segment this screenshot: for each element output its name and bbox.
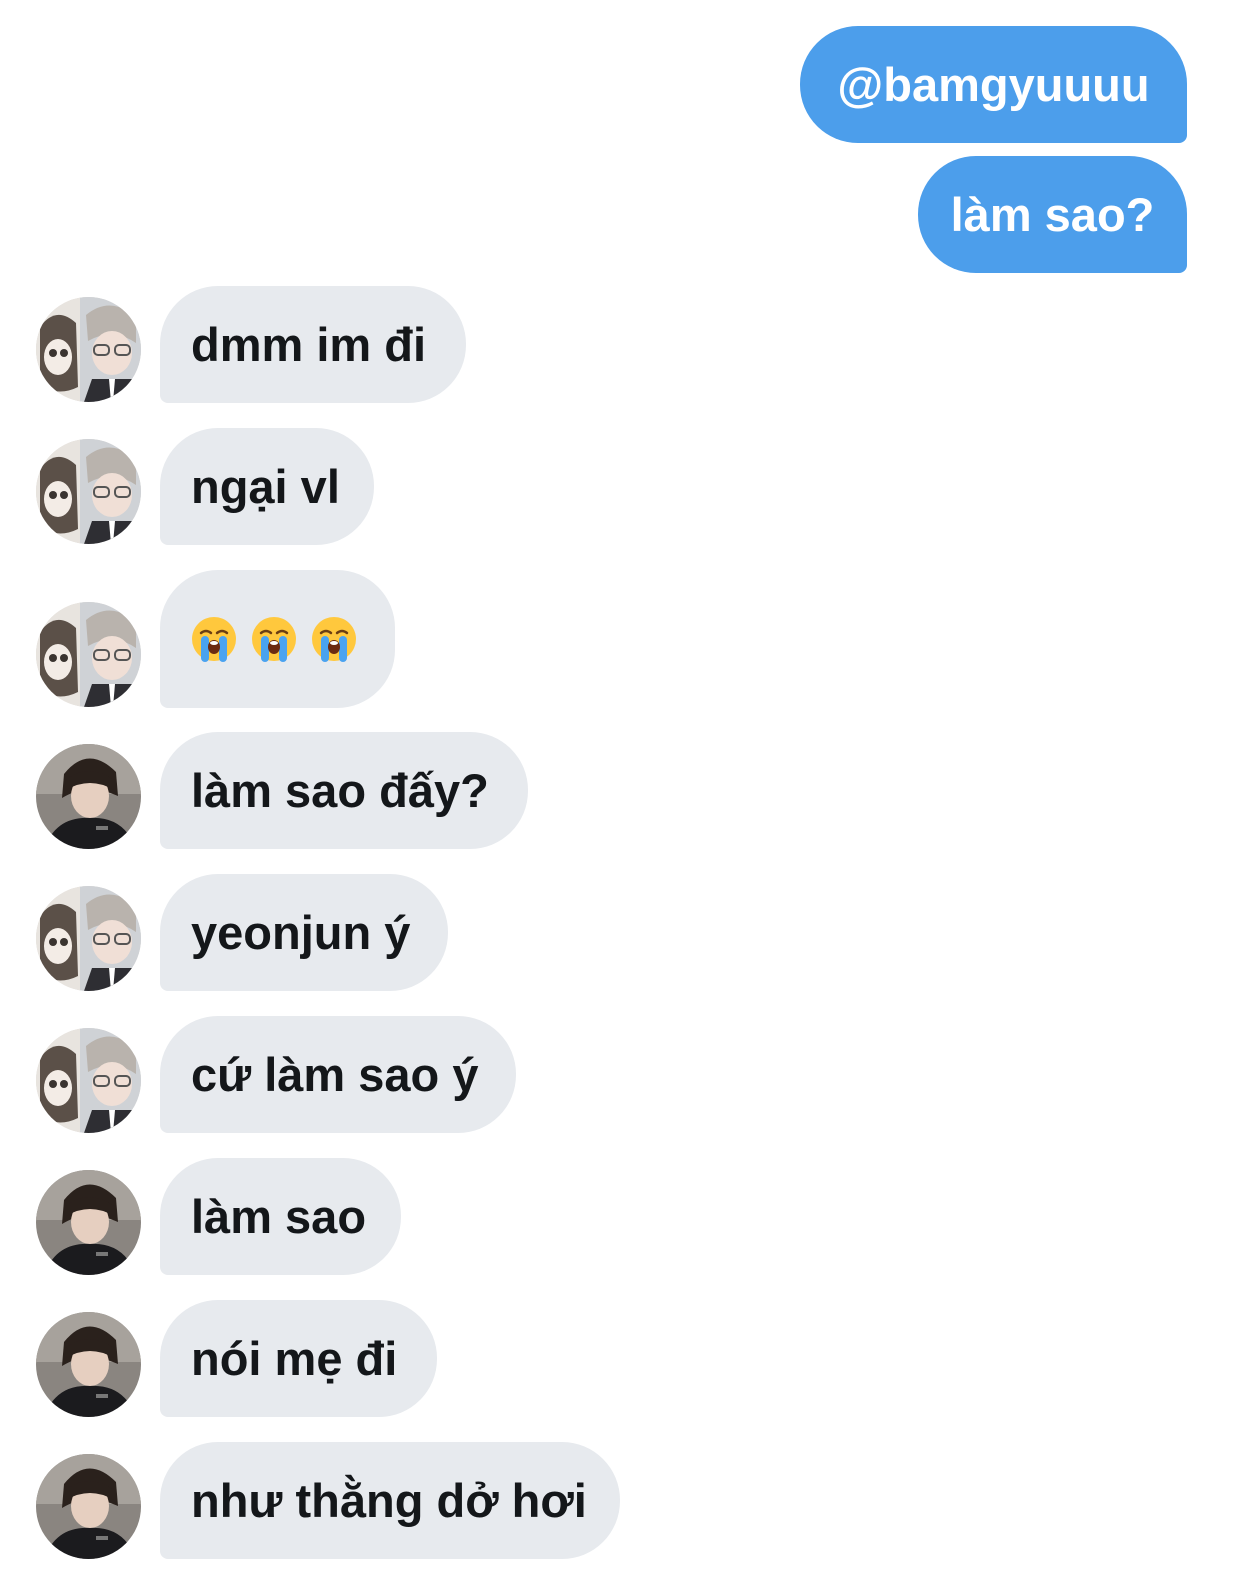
message-text: @bamgyuuuu <box>837 58 1150 111</box>
incoming-message[interactable]: làm sao <box>160 1158 401 1275</box>
incoming-message[interactable]: cứ làm sao ý <box>160 1016 516 1133</box>
incoming-message[interactable] <box>160 570 395 708</box>
avatar-user-b[interactable] <box>36 1454 141 1559</box>
incoming-message[interactable]: làm sao đấy? <box>160 732 528 849</box>
avatar-user-a[interactable] <box>36 297 141 402</box>
message-text: dmm im đi <box>191 318 427 371</box>
chat-thread: @bamgyuuuu làm sao? dmm im đi ngại vl là… <box>0 0 1242 1592</box>
incoming-message[interactable]: ngại vl <box>160 428 374 545</box>
avatar-user-b[interactable] <box>36 1170 141 1275</box>
incoming-message[interactable]: như thằng dở hơi <box>160 1442 620 1559</box>
incoming-message[interactable]: dmm im đi <box>160 286 466 403</box>
avatar-user-b[interactable] <box>36 744 141 849</box>
message-text: cứ làm sao ý <box>191 1048 479 1101</box>
emoji-row <box>191 616 357 662</box>
loudly-crying-face-icon <box>252 617 296 662</box>
avatar-user-a[interactable] <box>36 1028 141 1133</box>
message-text: như thằng dở hơi <box>191 1474 587 1527</box>
loudly-crying-face-icon <box>312 617 356 662</box>
message-text: làm sao <box>191 1190 367 1243</box>
incoming-message[interactable]: nói mẹ đi <box>160 1300 437 1417</box>
avatar-user-a[interactable] <box>36 886 141 991</box>
incoming-message[interactable]: yeonjun ý <box>160 874 448 991</box>
outgoing-message[interactable]: @bamgyuuuu <box>800 26 1187 143</box>
avatar-user-a[interactable] <box>36 602 141 707</box>
message-text: nói mẹ đi <box>191 1332 398 1385</box>
outgoing-message[interactable]: làm sao? <box>918 156 1187 273</box>
avatar-user-b[interactable] <box>36 1312 141 1417</box>
message-text: làm sao? <box>950 188 1155 241</box>
loudly-crying-face-icon <box>192 617 236 662</box>
avatar-user-a[interactable] <box>36 439 141 544</box>
message-text: yeonjun ý <box>191 906 411 959</box>
message-text: ngại vl <box>191 460 340 513</box>
message-text: làm sao đấy? <box>191 764 489 817</box>
